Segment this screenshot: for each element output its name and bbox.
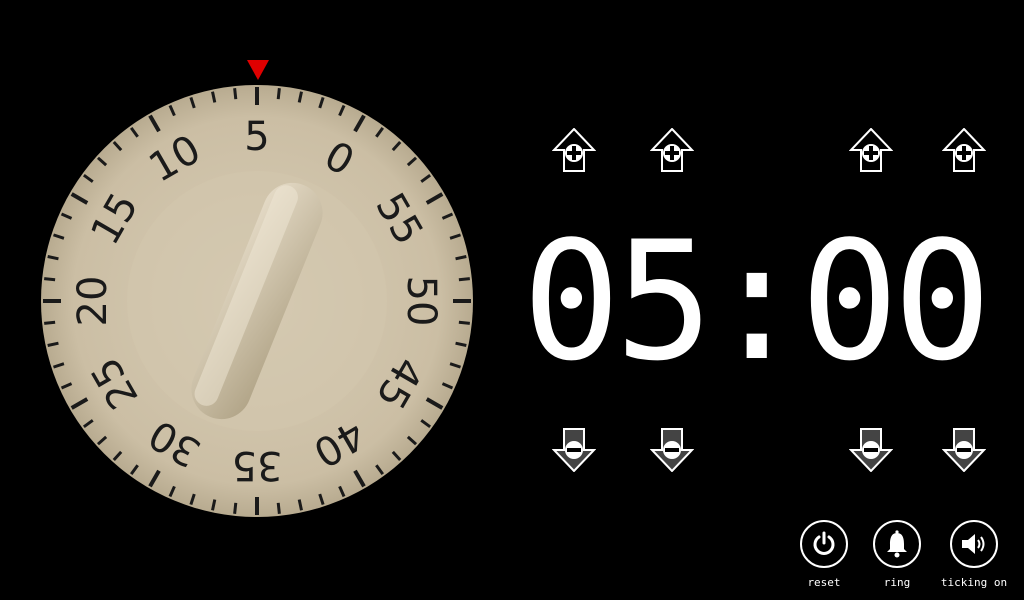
power-icon (813, 531, 835, 555)
dial-tick (276, 502, 281, 514)
dial-tick (233, 502, 238, 514)
speaker-icon (962, 534, 985, 554)
minute-tens-down-button[interactable] (552, 428, 596, 472)
arrow-up-plus-icon (650, 128, 694, 172)
time-readout: 05:00 (522, 206, 992, 397)
arrow-down-minus-icon (942, 428, 986, 472)
arrow-down-minus-icon (650, 428, 694, 472)
minute-ones-up-button[interactable] (650, 128, 694, 172)
dial-number: 50 (398, 276, 444, 327)
dial-tick (276, 88, 281, 100)
reset-label: reset (807, 576, 841, 589)
second-ones-up-button[interactable] (942, 128, 986, 172)
arrow-up-plus-icon (942, 128, 986, 172)
dial-tick (458, 277, 470, 282)
dial-number: 5 (244, 114, 269, 160)
ring-label: ring (883, 576, 911, 589)
timer-dial[interactable]: 0 5 10 15 20 25 30 35 40 45 50 55 (40, 58, 474, 520)
dial-number: 20 (70, 276, 116, 327)
minute-tens-up-button[interactable] (552, 128, 596, 172)
dial-pointer-icon (247, 60, 269, 80)
dial-tick (233, 88, 238, 100)
dial-number: 35 (232, 442, 283, 488)
second-tens-up-button[interactable] (849, 128, 893, 172)
dial-tick (458, 320, 470, 325)
arrow-down-minus-icon (849, 428, 893, 472)
bell-icon (887, 530, 907, 558)
second-tens-down-button[interactable] (849, 428, 893, 472)
ring-button[interactable] (873, 520, 921, 568)
reset-button[interactable] (800, 520, 848, 568)
dial-tick (44, 320, 56, 325)
minute-ones-down-button[interactable] (650, 428, 694, 472)
second-ones-down-button[interactable] (942, 428, 986, 472)
reset-control[interactable]: reset (784, 520, 864, 589)
ticking-control[interactable]: ticking on (934, 520, 1014, 589)
dial-tick (44, 277, 56, 282)
ring-control[interactable]: ring (857, 520, 937, 589)
arrow-up-plus-icon (849, 128, 893, 172)
ticking-button[interactable] (950, 520, 998, 568)
arrow-up-plus-icon (552, 128, 596, 172)
ticking-label: ticking on (940, 576, 1008, 589)
dial-face[interactable]: 051015202530 35 40455055 (40, 58, 474, 520)
arrow-down-minus-icon (552, 428, 596, 472)
